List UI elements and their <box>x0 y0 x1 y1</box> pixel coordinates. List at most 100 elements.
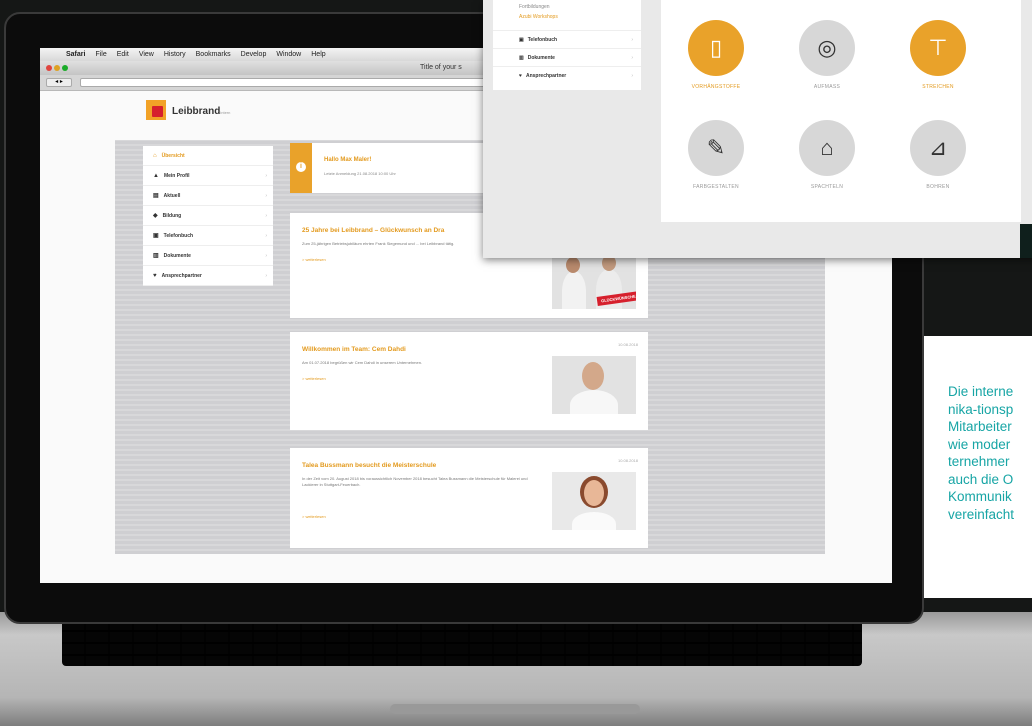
overlay-nav-dokumente[interactable]: ▥ Dokumente › <box>493 48 641 66</box>
zoom-window-button[interactable] <box>62 65 68 71</box>
back-forward-buttons[interactable]: ◂ ▸ <box>46 78 72 87</box>
tile-label: STREICHEN <box>922 84 954 90</box>
sidebar-item-bildung[interactable]: ◆ Bildung › <box>143 206 273 226</box>
tape-measure-icon: ◎ <box>799 20 855 76</box>
user-icon: ▲ <box>153 172 159 179</box>
menu-develop[interactable]: Develop <box>241 51 267 58</box>
tile-label: FARBGESTALTEN <box>693 184 739 190</box>
leibbrand-logo[interactable] <box>146 100 166 120</box>
sidebar-item-ansprechpartner[interactable]: ♥ Ansprechpartner › <box>143 266 273 286</box>
home-icon: ⌂ <box>153 152 157 159</box>
overlay-nav-label: Dokumente <box>527 54 555 61</box>
news-photo <box>552 356 636 414</box>
chevron-right-icon: › <box>631 72 633 79</box>
laptop-lip <box>390 704 640 714</box>
curtain-icon: ▯ <box>688 20 744 76</box>
news-excerpt: In der Zeit vom 20. August 2018 bis vora… <box>302 476 528 487</box>
read-more-link[interactable]: > weiterlesen <box>302 257 326 262</box>
caption-line: Kommunik <box>948 489 1012 504</box>
chevron-right-icon: › <box>265 252 267 259</box>
overlay-screenshot: Fortbildungen Azubi Workshops ▣ Telefonbu… <box>483 0 1032 258</box>
overlay-nav-telefonbuch[interactable]: ▣ Telefonbuch › <box>493 30 641 48</box>
tile-label: BOHREN <box>926 184 950 190</box>
tile-farbgestalten[interactable]: ✎ FARBGESTALTEN <box>661 120 771 190</box>
menu-file[interactable]: File <box>95 51 106 58</box>
overlay-nav-ansprechpartner[interactable]: ♥ Ansprechpartner › <box>493 66 641 84</box>
menubar-items: Safari File Edit View History Bookmarks Develo… <box>66 51 326 58</box>
contact-icon: ♥ <box>519 72 522 79</box>
tile-streichen[interactable]: ⊤ STREICHEN <box>883 20 993 90</box>
spatula-icon: ⌂ <box>799 120 855 176</box>
caption-line: Mitarbeiter <box>948 419 1012 434</box>
read-more-link[interactable]: > weiterlesen <box>302 514 326 519</box>
menu-window[interactable]: Window <box>276 51 301 58</box>
site-logo-text[interactable]: Leibbrandintern <box>172 106 230 117</box>
news-date: 10.08.2018 <box>617 458 638 463</box>
caption-text: Die interne nika-tionsp Mitarbeiter wie mod… <box>948 383 1014 523</box>
sidebar-item-dokumente[interactable]: ▥ Dokumente › <box>143 246 273 266</box>
sidebar-item-label: Ansprechpartner <box>161 272 202 279</box>
tile-spachteln[interactable]: ⌂ SPACHTELN <box>772 120 882 190</box>
overlay-subitem-active[interactable]: Azubi Workshops <box>519 14 558 20</box>
caption-line: auch die O <box>948 471 1014 487</box>
drill-icon: ⊿ <box>910 120 966 176</box>
person-figure <box>562 271 586 309</box>
notice-text: Letzte Anmeldung 21.08.2018 10:00 Uhr <box>324 171 396 176</box>
sidebar-item-label: Bildung <box>162 212 182 219</box>
menu-bookmarks[interactable]: Bookmarks <box>196 51 231 58</box>
close-window-button[interactable] <box>46 65 52 71</box>
chevron-right-icon: › <box>265 212 267 219</box>
sidebar-item-label: Mein Profil <box>163 172 190 179</box>
tile-label: SPACHTELN <box>810 184 844 190</box>
news-title[interactable]: 25 Jahre bei Leibbrand – Glückwunsch an … <box>302 227 444 234</box>
overlay-sidebar: Fortbildungen Azubi Workshops ▣ Telefonbu… <box>493 0 641 90</box>
caption-line: vereinfacht <box>948 506 1015 522</box>
chevron-right-icon: › <box>265 192 267 199</box>
person-head <box>566 257 580 273</box>
chevron-right-icon: › <box>631 54 633 61</box>
sidebar-item-label: Dokumente <box>163 252 191 259</box>
notice-title: Hallo Max Maler! <box>324 157 372 163</box>
news-icon: ▤ <box>153 193 159 199</box>
tile-bohren[interactable]: ⊿ BOHREN <box>883 120 993 190</box>
caption-line: ternehmer <box>948 454 1010 469</box>
read-more-link[interactable]: > weiterlesen <box>302 376 326 381</box>
sidebar-item-meinprofil[interactable]: ▲ Mein Profil › <box>143 166 273 186</box>
chevron-right-icon: › <box>631 36 633 43</box>
caption-line: Die interne <box>948 384 1014 399</box>
menu-help[interactable]: Help <box>311 51 325 58</box>
palette-icon: ✎ <box>688 120 744 176</box>
news-card: Willkommen im Team: Cem Dahdi Am 01.07.20… <box>290 332 648 430</box>
person-figure <box>572 512 616 530</box>
person-head <box>582 362 604 390</box>
documents-icon: ▥ <box>519 54 524 61</box>
menu-history[interactable]: History <box>164 51 186 58</box>
news-title[interactable]: Talea Bussmann besucht die Meisterschule <box>302 462 436 469</box>
tile-vorhängstoffe[interactable]: ▯ VORHÄNGSTOFFE <box>661 20 771 90</box>
news-photo: GLÜCKWÜNSCHE <box>552 251 636 309</box>
chevron-right-icon: › <box>265 232 267 239</box>
news-photo <box>552 472 636 530</box>
overlay-nav-label: Ansprechpartner <box>525 72 567 79</box>
person-figure <box>570 390 618 414</box>
chevron-right-icon: › <box>265 272 267 279</box>
overlay-tile-grid: ▯ VORHÄNGSTOFFE ◎ AUFMASS ⊤ STREICHEN ✎ FARBGES… <box>661 0 1021 222</box>
sidebar-item-übersicht[interactable]: ⌂ Übersicht <box>143 146 273 166</box>
menu-view[interactable]: View <box>139 51 154 58</box>
minimize-window-button[interactable] <box>54 65 60 71</box>
notice-accent-bar: i <box>290 143 312 193</box>
news-title[interactable]: Willkommen im Team: Cem Dahdi <box>302 346 406 353</box>
overlay-subitem[interactable]: Fortbildungen <box>519 4 550 10</box>
tile-label: VORHÄNGSTOFFE <box>691 84 741 90</box>
news-card: Talea Bussmann besucht die Meisterschule… <box>290 448 648 548</box>
sidebar-item-label: Telefonbuch <box>163 232 194 239</box>
news-excerpt: Am 01.07.2018 begrüßen wir Cem Dahdi in … <box>302 360 423 365</box>
chevron-right-icon: › <box>265 172 267 179</box>
sidebar-item-telefonbuch[interactable]: ▣ Telefonbuch › <box>143 226 273 246</box>
phonebook-icon: ▣ <box>153 233 159 239</box>
dark-panel <box>1020 224 1032 258</box>
tile-aufmass[interactable]: ◎ AUFMASS <box>772 20 882 90</box>
sidebar-item-aktuell[interactable]: ▤ Aktuell › <box>143 186 273 206</box>
menu-safari[interactable]: Safari <box>66 51 85 58</box>
menu-edit[interactable]: Edit <box>117 51 129 58</box>
